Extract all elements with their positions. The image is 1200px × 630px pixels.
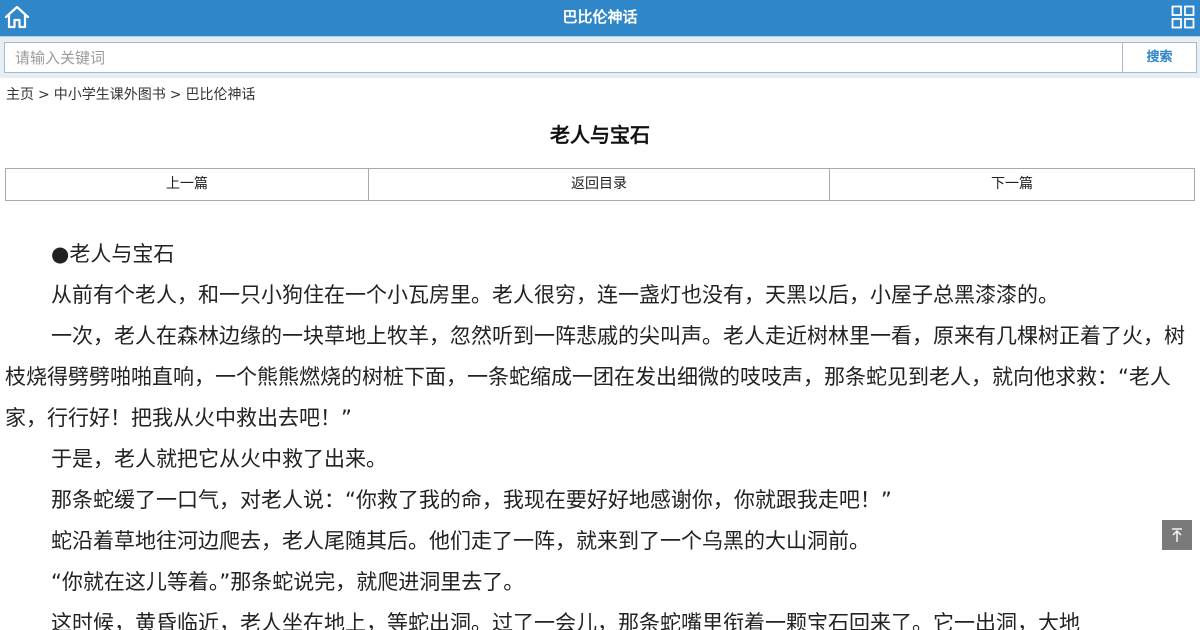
arrow-up-to-top-icon [1172,528,1182,542]
article-paragraph: 从前有个老人，和一只小狗住在一个小瓦房里。老人很穷，连一盏灯也没有，天黑以后，小… [51,283,1059,307]
article-paragraph: 这时候，黄昏临近，老人坐在地上，等蛇出洞。过了一会儿，那条蛇嘴里衔着一颗宝石回来… [51,611,1080,630]
prev-article-button[interactable]: 上一篇 [5,168,369,201]
article-body: ●老人与宝石 从前有个老人，和一只小狗住在一个小瓦房里。老人很穷，连一盏灯也没有… [5,234,1190,630]
top-bar: 巴比伦神话 [0,0,1200,36]
article-paragraph: 那条蛇缓了一口气，对老人说：“你救了我的命，我现在要好好地感谢你，你就跟我走吧！… [51,488,892,512]
article-paragraph: 于是，老人就把它从火中救了出来。 [51,447,387,471]
search-input[interactable] [4,42,1123,73]
back-to-top-button[interactable] [1162,520,1192,550]
search-button[interactable]: 搜索 [1122,42,1197,73]
article-nav: 上一篇 返回目录 下一篇 [5,168,1195,201]
menu-button[interactable] [1171,5,1195,29]
breadcrumb-book[interactable]: 巴比伦神话 [185,87,255,103]
grid-menu-icon [1171,5,1195,29]
article-section-heading: ●老人与宝石 [51,242,175,266]
page-header-title: 巴比伦神话 [562,8,638,26]
search-bar: 搜索 [0,36,1200,78]
breadcrumb-separator: > [38,87,50,103]
table-of-contents-button[interactable]: 返回目录 [369,168,830,201]
article-paragraph: “你就在这儿等着。”那条蛇说完，就爬进洞里去了。 [51,570,525,594]
breadcrumb-category[interactable]: 中小学生课外图书 [54,87,166,103]
breadcrumb-home[interactable]: 主页 [6,87,34,103]
next-article-button[interactable]: 下一篇 [830,168,1195,201]
article-paragraph: 蛇沿着草地往河边爬去，老人尾随其后。他们走了一阵，就来到了一个乌黑的大山洞前。 [51,529,870,553]
breadcrumb: 主页 > 中小学生课外图书 > 巴比伦神话 [6,84,255,104]
article-title: 老人与宝石 [550,123,650,147]
article-paragraph: 一次，老人在森林边缘的一块草地上牧羊，忽然听到一阵悲戚的尖叫声。老人走近树林里一… [5,324,1185,430]
breadcrumb-separator: > [169,87,182,103]
